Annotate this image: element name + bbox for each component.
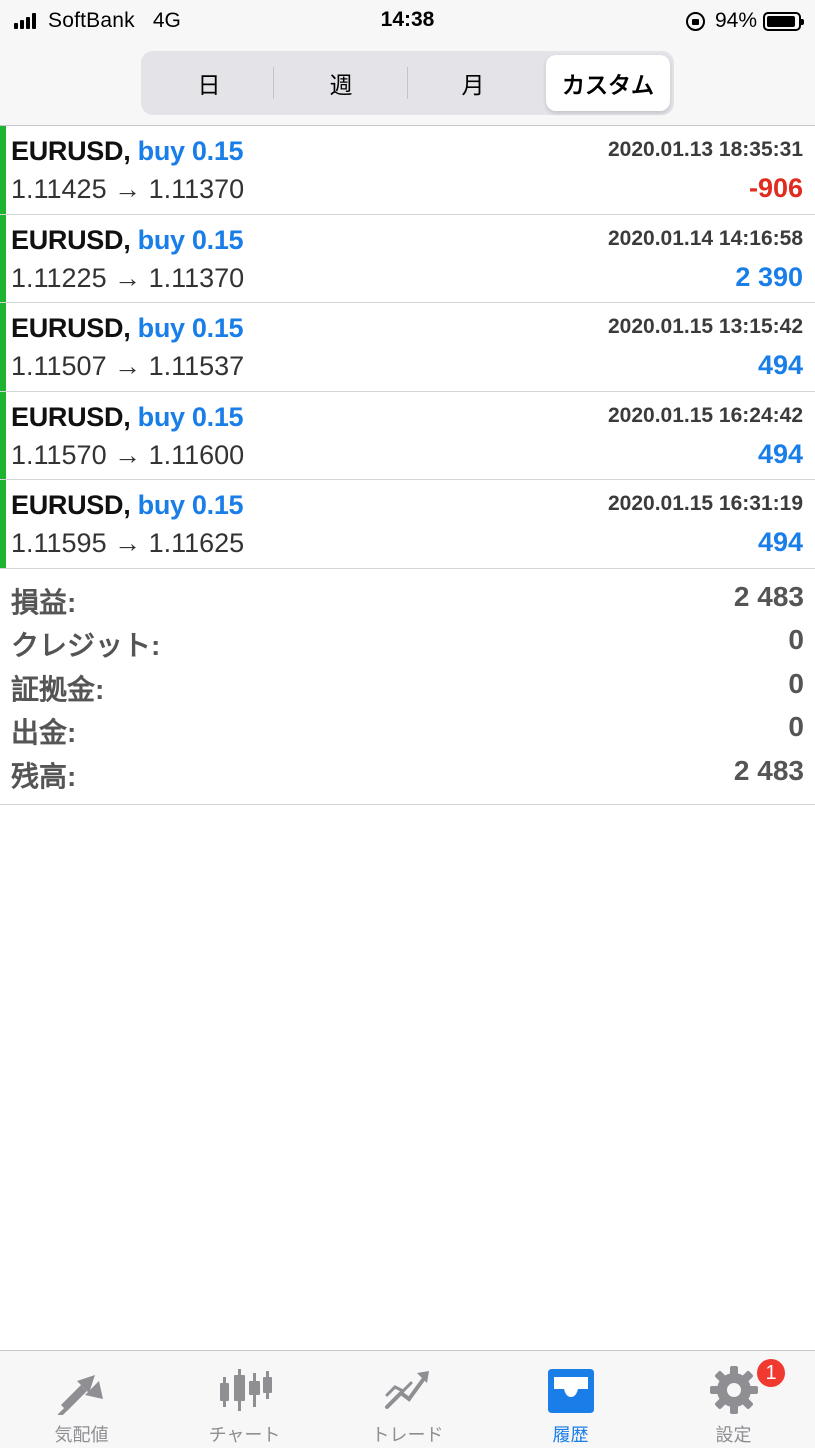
deal-profit: -906 (748, 173, 803, 203)
deal-symbol: EURUSD, (11, 401, 131, 432)
deal-prices: 1.11225 → 1.11370 (11, 262, 245, 293)
summary-label: 損益: (11, 587, 77, 618)
buy-indicator-bar (0, 214, 6, 303)
deal-row[interactable]: EURUSD, buy 0.15 2020.01.15 16:24:42 1.1… (0, 391, 815, 481)
deal-type: buy 0.15 (137, 313, 244, 344)
deal-time: 2020.01.13 18:35:31 (608, 138, 803, 161)
trade-icon (384, 1371, 429, 1409)
deal-type: buy 0.15 (137, 401, 244, 432)
status-bar: SoftBank 4G 14:38 94% (0, 0, 815, 44)
deal-symbol: EURUSD, (11, 313, 131, 344)
deal-list: EURUSD, buy 0.15 2020.01.13 18:35:31 1.1… (0, 126, 815, 569)
summary-value: 2 483 (733, 754, 804, 786)
buy-indicator-bar (0, 391, 6, 480)
tab-label: 設定 (715, 1425, 752, 1445)
summary-label: 残高: (11, 760, 77, 792)
period-tab-day[interactable]: 日 (145, 55, 273, 111)
period-header: 日 週 月 カスタム (0, 44, 815, 126)
tab-settings[interactable]: 1 設定 (652, 1351, 815, 1448)
summary-row-balance: 残高: 2 483 (0, 753, 815, 796)
period-segmented-control: 日 週 月 カスタム (141, 51, 674, 115)
summary-label: 出金: (11, 717, 77, 749)
deal-symbol-line: EURUSD, buy 0.15 (11, 136, 244, 167)
deal-row[interactable]: EURUSD, buy 0.15 2020.01.14 14:16:58 1.1… (0, 214, 815, 304)
summary-value: 2 483 (733, 581, 804, 612)
battery-percentage: 94% (714, 9, 757, 32)
summary-row-withdrawal: 出金: 0 (0, 709, 815, 752)
deal-symbol-line: EURUSD, buy 0.15 (11, 224, 244, 256)
period-tab-custom[interactable]: カスタム (546, 55, 670, 111)
tab-label: チャート (208, 1425, 281, 1445)
deal-symbol-line: EURUSD, buy 0.15 (11, 490, 244, 521)
period-tab-week[interactable]: 週 (277, 55, 405, 111)
summary-row-margin: 証拠金: 0 (0, 666, 815, 709)
deal-profit: 2 390 (735, 261, 803, 292)
tab-label: 気配値 (54, 1425, 109, 1445)
deal-prices: 1.11570 → 1.11600 (11, 439, 245, 470)
buy-indicator-bar (0, 303, 6, 391)
deal-prices: 1.11507 → 1.11537 (11, 351, 245, 382)
bottom-tab-bar: 気配値 チャート トレード 履歴 1 設定 (0, 1350, 815, 1448)
tab-quotes[interactable]: 気配値 (0, 1351, 163, 1448)
deal-type: buy 0.15 (137, 224, 244, 255)
segment-divider (407, 67, 408, 99)
tab-label: 履歴 (552, 1425, 589, 1445)
deal-row[interactable]: EURUSD, buy 0.15 2020.01.13 18:35:31 1.1… (0, 126, 815, 215)
deal-symbol-line: EURUSD, buy 0.15 (11, 401, 244, 433)
deal-time: 2020.01.15 16:24:42 (608, 403, 803, 427)
deal-symbol-line: EURUSD, buy 0.15 (11, 313, 244, 344)
summary-value: 0 (788, 624, 804, 656)
summary-value: 0 (788, 711, 804, 743)
period-tab-month[interactable]: 月 (409, 55, 537, 111)
deal-type: buy 0.15 (137, 490, 244, 521)
summary-value: 0 (788, 667, 804, 699)
summary-label: クレジット: (11, 630, 161, 662)
candlestick-chart-icon (219, 1369, 272, 1411)
deal-row[interactable]: EURUSD, buy 0.15 2020.01.15 13:15:42 1.1… (0, 303, 815, 392)
summary-row-credit: クレジット: 0 (0, 622, 815, 665)
deal-prices: 1.11595 → 1.11625 (11, 528, 245, 559)
tab-chart[interactable]: チャート (163, 1351, 326, 1448)
deal-row[interactable]: EURUSD, buy 0.15 2020.01.15 16:31:19 1.1… (0, 480, 815, 569)
deal-time: 2020.01.15 13:15:42 (608, 315, 803, 339)
quotes-icon (57, 1375, 103, 1415)
segment-divider (273, 67, 274, 99)
deal-prices: 1.11425 → 1.11370 (11, 174, 245, 204)
deal-symbol: EURUSD, (11, 136, 131, 166)
notification-badge: 1 (755, 1357, 787, 1389)
tab-label: トレード (371, 1425, 444, 1445)
deal-profit: 494 (757, 527, 803, 558)
status-right: 94% (685, 8, 804, 34)
deal-symbol: EURUSD, (11, 490, 131, 521)
deal-time: 2020.01.15 16:31:19 (608, 492, 803, 516)
summary-section: 損益: 2 483 クレジット: 0 証拠金: 0 出金: 0 残高: 2 48… (0, 579, 815, 805)
gear-icon (709, 1366, 758, 1414)
summary-row-profit: 損益: 2 483 (0, 579, 815, 622)
deal-profit: 494 (757, 438, 803, 469)
tab-trade[interactable]: トレード (326, 1351, 489, 1448)
deal-symbol: EURUSD, (11, 224, 131, 255)
summary-label: 証拠金: (11, 673, 105, 705)
buy-indicator-bar (0, 480, 6, 568)
buy-indicator-bar (0, 126, 6, 214)
history-inbox-icon (547, 1369, 594, 1413)
tab-history[interactable]: 履歴 (489, 1351, 652, 1448)
rotation-lock-icon (685, 11, 705, 31)
deal-time: 2020.01.14 14:16:58 (608, 226, 803, 250)
deal-type: buy 0.15 (137, 136, 244, 166)
deal-profit: 494 (757, 350, 803, 381)
battery-icon (763, 11, 804, 31)
